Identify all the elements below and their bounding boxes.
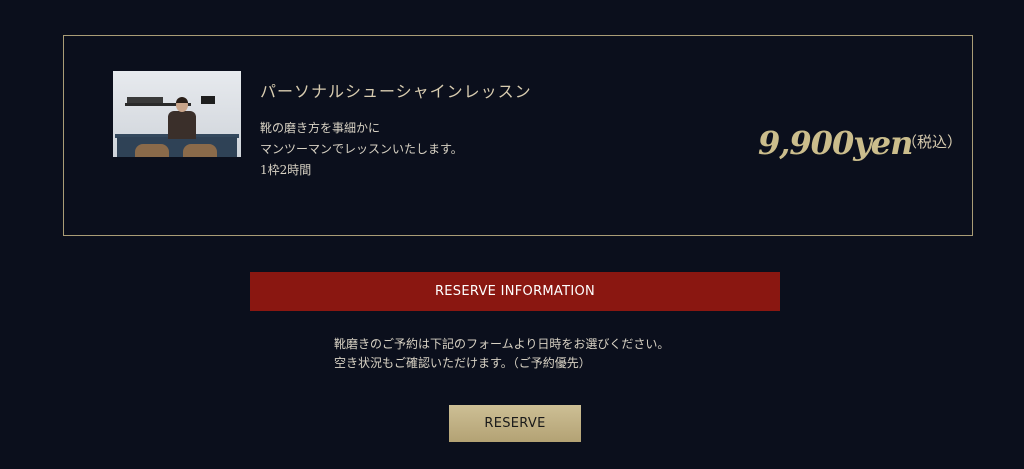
course-card: パーソナルシューシャインレッスン 靴の磨き方を事細かに マンツーマンでレッスンい… — [63, 35, 973, 236]
description-line: 靴の磨き方を事細かに — [260, 121, 381, 135]
course-title: パーソナルシューシャインレッスン — [260, 82, 532, 101]
notice-line: 空き状況もご確認いただけます。（ご予約優先） — [334, 356, 591, 370]
course-description: 靴の磨き方を事細かに マンツーマンでレッスンいたします。 1枠2時間 — [260, 118, 463, 181]
description-line: マンツーマンでレッスンいたします。 — [260, 142, 463, 156]
reserve-button[interactable]: RESERVE — [449, 405, 581, 442]
lesson-photo — [113, 71, 241, 157]
course-price: 9,900yen — [758, 124, 913, 162]
page: パーソナルシューシャインレッスン 靴の磨き方を事細かに マンツーマンでレッスンい… — [0, 0, 1024, 469]
reserve-notice: 靴磨きのご予約は下記のフォームより日時をお選びください。 空き状況もご確認いただ… — [334, 335, 669, 373]
notice-line: 靴磨きのご予約は下記のフォームより日時をお選びください。 — [334, 337, 670, 351]
tax-note: （税込） — [902, 133, 963, 151]
description-line: 1枠2時間 — [260, 163, 312, 177]
reserve-information-banner: RESERVE INFORMATION — [250, 272, 780, 311]
